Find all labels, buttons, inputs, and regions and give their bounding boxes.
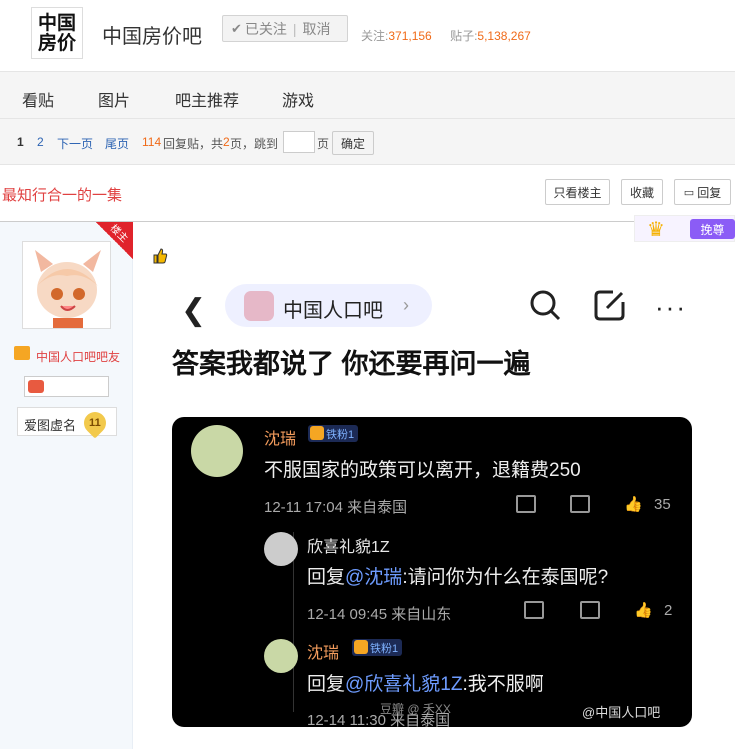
pagination-bar: 1 2 下一页 尾页 114 回复贴，共 2 页，跳到 页 确定 bbox=[0, 119, 735, 165]
author-sidebar: 楼主 中国人口吧吧友 爱图虚名 11 bbox=[0, 222, 133, 749]
op-badge: 楼主 bbox=[96, 222, 133, 259]
reply-label: 回复 bbox=[697, 185, 722, 200]
share-icon bbox=[524, 601, 544, 619]
page-2-link[interactable]: 2 bbox=[37, 135, 44, 149]
tab-recommended[interactable]: 吧主推荐 bbox=[175, 87, 239, 111]
like-count: 2 bbox=[664, 602, 673, 619]
search-icon bbox=[530, 290, 561, 321]
followed-label[interactable]: 已关注 bbox=[245, 19, 287, 39]
next-page-link[interactable]: 下一页 bbox=[57, 135, 93, 152]
fan-badge: 铁粉1 bbox=[352, 639, 403, 656]
reply-body: :请问你为什么在泰国呢? bbox=[402, 567, 609, 588]
fan-badge-label: 铁粉1 bbox=[326, 428, 355, 441]
reply-button[interactable]: ▭ 回复 bbox=[674, 179, 731, 205]
comment-meta: 12-11 17:04 来自泰国 bbox=[264, 499, 408, 516]
watermark: @中国人口吧 bbox=[582, 705, 661, 720]
forum-nav: 看贴 图片 吧主推荐 游戏 bbox=[0, 72, 735, 119]
like-count: 35 bbox=[654, 496, 671, 513]
page-suffix: 页 bbox=[317, 137, 330, 151]
more-icon: ··· bbox=[655, 292, 687, 322]
badge-icon bbox=[28, 380, 44, 393]
honor-badge[interactable]: 爱图虚名 11 bbox=[17, 407, 117, 439]
reply-text: 回复@沈瑞:请问你为什么在泰国呢? bbox=[307, 562, 608, 589]
bar-pill-name: 中国人口吧 bbox=[283, 300, 383, 322]
total-pages: 2 bbox=[223, 135, 230, 149]
tab-games[interactable]: 游戏 bbox=[282, 87, 314, 111]
huanzun-button[interactable]: 挽尊 bbox=[690, 219, 735, 239]
thumbs-up-icon[interactable] bbox=[152, 248, 168, 264]
comment-screenshot: 沈瑞 铁粉1 不服国家的政策可以离开，退籍费250 12-11 17:04 来自… bbox=[172, 417, 692, 727]
watermark-douban: 豆瓣 @ 禾XX bbox=[380, 702, 451, 716]
post-title-bar: 最知行合一的一集 只看楼主 收藏 ▭ 回复 bbox=[0, 165, 735, 222]
posts-count-label: 贴子: bbox=[450, 29, 478, 43]
level-number: 11 bbox=[89, 417, 101, 430]
commenter-avatar bbox=[191, 425, 243, 477]
honor-badge-label: 爱图虚名 bbox=[24, 418, 77, 433]
forum-stats: 关注:371,156 贴子:5,138,267 bbox=[361, 27, 531, 44]
chevron-right-icon: › bbox=[403, 295, 409, 315]
mention: @沈瑞 bbox=[345, 567, 403, 588]
reply-body: :我不服啊 bbox=[462, 674, 544, 695]
tab-posts[interactable]: 看贴 bbox=[22, 87, 54, 111]
thumbs-up-icon: 👍 bbox=[634, 602, 653, 619]
comment-text: 不服国家的政策可以离开，退籍费250 bbox=[264, 460, 581, 481]
member-badge[interactable] bbox=[24, 376, 109, 397]
confirm-button[interactable]: 确定 bbox=[332, 131, 374, 155]
reply-prefix: 回复 bbox=[307, 567, 346, 588]
tab-images[interactable]: 图片 bbox=[98, 87, 130, 111]
follow-count: 371,156 bbox=[388, 29, 432, 43]
back-arrow-icon: ❮ bbox=[181, 294, 207, 327]
comment-icon bbox=[570, 495, 590, 513]
op-badge-label: 楼主 bbox=[107, 222, 130, 245]
replier-avatar bbox=[264, 532, 298, 566]
bar-avatar bbox=[244, 291, 274, 321]
fan-badge: 铁粉1 bbox=[308, 425, 359, 442]
thumbs-up-icon: 👍 bbox=[624, 496, 643, 513]
unfollow-button[interactable]: 取消 bbox=[303, 19, 331, 39]
divider: | bbox=[292, 20, 297, 37]
last-page-link[interactable]: 尾页 bbox=[105, 135, 129, 152]
favorite-button[interactable]: 收藏 bbox=[621, 179, 663, 205]
bar-pill: 中国人口吧 › bbox=[225, 284, 432, 327]
reply-count-text: 回复贴，共 bbox=[163, 137, 224, 151]
post-title: 最知行合一的一集 bbox=[2, 187, 123, 204]
mention: @欣喜礼貌1Z bbox=[345, 674, 463, 695]
level-badge: 11 bbox=[79, 407, 111, 439]
reply-text: 回复@欣喜礼貌1Z:我不服啊 bbox=[307, 669, 544, 696]
crown-icon bbox=[14, 346, 30, 360]
fan-badge-label: 铁粉1 bbox=[370, 642, 399, 655]
reply-prefix: 回复 bbox=[307, 674, 346, 695]
commenter-avatar bbox=[264, 639, 298, 673]
follow-count-label: 关注: bbox=[361, 29, 389, 43]
check-icon: ✔ bbox=[231, 20, 242, 36]
forum-logo[interactable]: 中国房价 bbox=[31, 7, 83, 59]
reply-meta: 12-14 09:45 来自山东 bbox=[307, 606, 452, 623]
commenter-name: 沈瑞 bbox=[307, 645, 340, 662]
jump-label: 页，跳到 bbox=[230, 137, 279, 151]
only-op-button[interactable]: 只看楼主 bbox=[545, 179, 610, 205]
commenter-name: 沈瑞 bbox=[264, 431, 297, 448]
replier-name: 欣喜礼貌1Z bbox=[307, 539, 390, 556]
posts-count: 5,138,267 bbox=[477, 29, 531, 43]
current-page: 1 bbox=[17, 135, 24, 149]
share-icon bbox=[516, 495, 536, 513]
jump-page-input[interactable] bbox=[283, 131, 315, 153]
crown-icon bbox=[354, 640, 368, 654]
reply-count: 114 bbox=[142, 135, 162, 149]
huanzun-box: ♛ 挽尊 bbox=[634, 215, 735, 242]
screenshot-headline: 答案我都说了 你还要再问一遍 bbox=[172, 349, 531, 379]
comment-icon: ▭ bbox=[683, 186, 695, 199]
edit-icon bbox=[594, 290, 625, 321]
crown-icon: ♛ bbox=[647, 219, 665, 241]
logo-text: 中国房价 bbox=[37, 12, 76, 54]
forum-header: 中国房价 中国房价吧 ✔ 已关注 | 取消 关注:371,156 贴子:5,13… bbox=[0, 0, 735, 72]
follow-button-group: ✔ 已关注 | 取消 bbox=[222, 15, 348, 42]
huanzun-label: 挽尊 bbox=[700, 222, 725, 237]
user-title[interactable]: 中国人口吧吧友 bbox=[36, 348, 120, 365]
comment-icon bbox=[580, 601, 600, 619]
crown-icon bbox=[310, 426, 324, 440]
forum-name[interactable]: 中国房价吧 bbox=[102, 20, 202, 49]
post-image[interactable]: ❮ 中国人口吧 › ··· 答案我都说了 你还要再问一遍 沈瑞 铁粉1 不服国家… bbox=[152, 280, 712, 749]
